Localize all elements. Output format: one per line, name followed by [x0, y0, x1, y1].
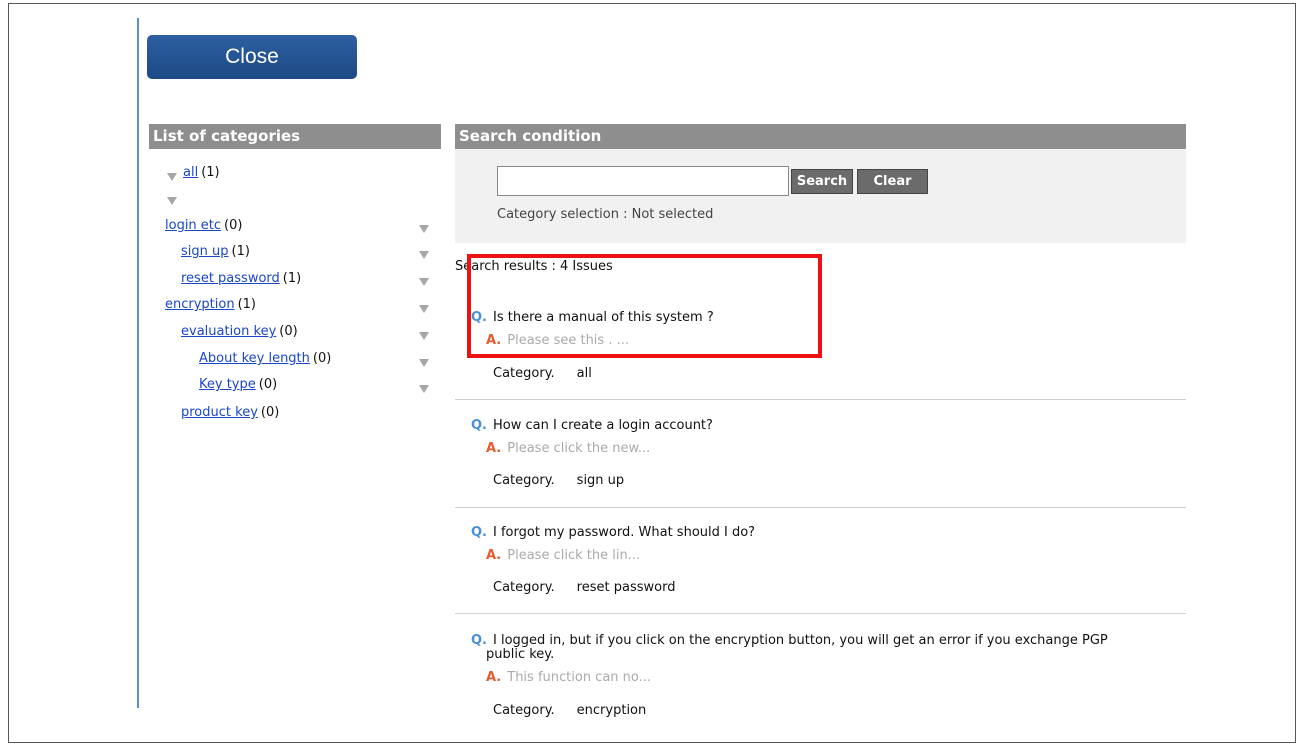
question-line-continued[interactable]: public key.: [486, 647, 554, 662]
category-count: (0): [258, 377, 278, 392]
question-text[interactable]: public key.: [486, 647, 554, 662]
result-item[interactable]: Q. I logged in, but if you click on the e…: [455, 628, 1186, 728]
category-count: (0): [279, 324, 298, 339]
answer-text: This function can no...: [507, 670, 652, 685]
expand-triangle-icon[interactable]: [419, 251, 429, 259]
category-item-login-etc: login etc (0): [165, 216, 242, 236]
search-results-count: Search results : 4 Issues: [455, 259, 613, 274]
expand-triangle-icon[interactable]: [419, 332, 429, 340]
question-line[interactable]: Q. Is there a manual of this system ?: [471, 310, 714, 325]
category-count: (0): [260, 405, 280, 420]
question-text[interactable]: Is there a manual of this system ?: [493, 310, 714, 325]
q-marker: Q.: [471, 525, 487, 540]
category-link[interactable]: product key: [181, 405, 258, 420]
category-link[interactable]: all: [183, 165, 198, 180]
answer-line: A. This function can no...: [486, 670, 651, 685]
category-value: sign up: [576, 473, 625, 488]
expand-triangle-icon[interactable]: [419, 385, 429, 393]
category-selection-status: Category selection : Not selected: [497, 207, 714, 222]
categories-header: List of categories: [149, 124, 441, 149]
category-link[interactable]: reset password: [181, 271, 280, 286]
category-prefix: Category.: [493, 473, 555, 488]
expand-triangle-icon[interactable]: [167, 197, 177, 205]
answer-line: A. Please click the new...: [486, 441, 650, 456]
category-item-product-key: product key (0): [181, 403, 279, 423]
category-link[interactable]: evaluation key: [181, 324, 276, 339]
category-value: reset password: [576, 580, 676, 595]
category-item-sign-up: sign up (1): [181, 242, 250, 262]
category-value: encryption: [576, 703, 647, 718]
category-link[interactable]: About key length: [199, 351, 310, 366]
divider: [455, 399, 1186, 400]
search-button[interactable]: Search: [791, 169, 853, 194]
category-value: all: [576, 366, 592, 381]
category-item-encryption: encryption (1): [165, 295, 256, 315]
answer-line: A. Please see this . ...: [486, 333, 629, 348]
q-marker: Q.: [471, 633, 487, 648]
answer-text: Please click the new...: [507, 441, 651, 456]
result-category: Category. reset password: [493, 580, 675, 595]
divider: [455, 507, 1186, 508]
a-marker: A.: [486, 333, 502, 348]
clear-button[interactable]: Clear: [857, 169, 928, 194]
question-line[interactable]: Q. I logged in, but if you click on the e…: [471, 633, 1108, 648]
result-item[interactable]: Q. Is there a manual of this system ? A. P…: [455, 305, 1186, 400]
question-line[interactable]: Q. How can I create a login account?: [471, 418, 713, 433]
result-category: Category. sign up: [493, 473, 624, 488]
left-divider-line: [137, 18, 139, 708]
answer-line: A. Please click the lin...: [486, 548, 640, 563]
answer-text: Please click the lin...: [507, 548, 641, 563]
expand-triangle-icon[interactable]: [167, 173, 177, 181]
search-input[interactable]: [497, 166, 789, 196]
category-prefix: Category.: [493, 580, 555, 595]
question-text[interactable]: How can I create a login account?: [493, 418, 713, 433]
category-count: (0): [312, 351, 332, 366]
question-text[interactable]: I forgot my password. What should I do?: [493, 525, 755, 540]
a-marker: A.: [486, 670, 502, 685]
search-condition-header: Search condition: [455, 124, 1186, 149]
a-marker: A.: [486, 441, 502, 456]
q-marker: Q.: [471, 310, 487, 325]
category-count: (1): [282, 271, 302, 286]
category-link[interactable]: Key type: [199, 377, 256, 392]
expand-triangle-icon[interactable]: [419, 278, 429, 286]
expand-triangle-icon[interactable]: [419, 305, 429, 313]
question-line[interactable]: Q. I forgot my password. What should I do…: [471, 525, 755, 540]
category-link[interactable]: login etc: [165, 218, 221, 233]
q-marker: Q.: [471, 418, 487, 433]
expand-triangle-icon[interactable]: [419, 359, 429, 367]
category-item-key-type: Key type (0): [199, 375, 277, 395]
category-item-all: all (1): [183, 163, 220, 183]
search-panel: Search Clear Category selection : Not se…: [455, 149, 1186, 243]
divider: [455, 613, 1186, 614]
category-link[interactable]: sign up: [181, 244, 229, 259]
close-button[interactable]: Close: [147, 35, 357, 79]
category-count: (1): [201, 165, 220, 180]
category-item-evaluation-key: evaluation key (0): [181, 322, 298, 342]
category-link[interactable]: encryption: [165, 297, 235, 312]
expand-triangle-icon[interactable]: [419, 225, 429, 233]
category-prefix: Category.: [493, 366, 555, 381]
result-item[interactable]: Q. I forgot my password. What should I do…: [455, 520, 1186, 615]
category-count: (1): [231, 244, 250, 259]
category-count: (0): [224, 218, 243, 233]
category-count: (1): [237, 297, 256, 312]
result-item[interactable]: Q. How can I create a login account? A. Pl…: [455, 413, 1186, 508]
question-text[interactable]: I logged in, but if you click on the enc…: [493, 633, 1108, 648]
category-item-reset-password: reset password (1): [181, 269, 301, 289]
category-item-about-key-length: About key length (0): [199, 349, 331, 369]
a-marker: A.: [486, 548, 502, 563]
category-prefix: Category.: [493, 703, 555, 718]
answer-text: Please see this . ...: [507, 333, 629, 348]
result-category: Category. all: [493, 366, 592, 381]
result-category: Category. encryption: [493, 703, 646, 718]
